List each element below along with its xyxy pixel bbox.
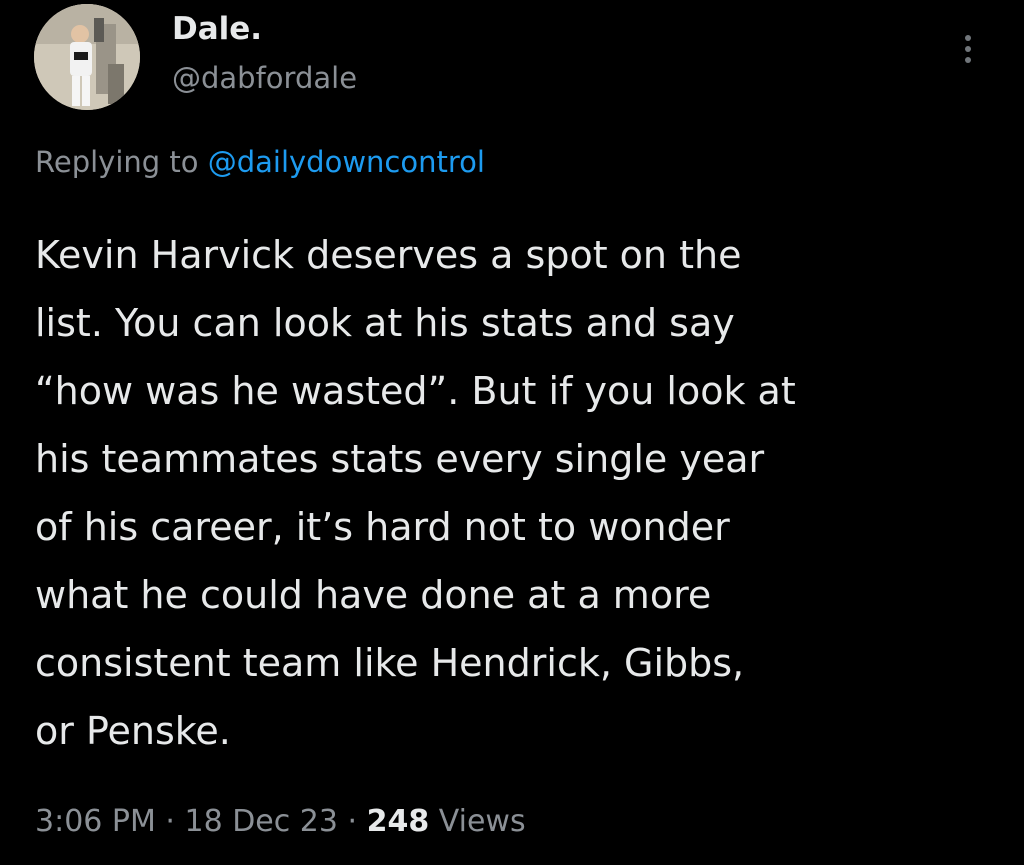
author-handle[interactable]: @dabfordale: [172, 59, 357, 97]
tweet-meta: 3:06 PM · 18 Dec 23 · 248 Views: [35, 800, 526, 844]
user-avatar[interactable]: [34, 4, 140, 110]
more-options-button[interactable]: [950, 24, 986, 74]
meta-separator: ·: [337, 804, 367, 839]
replying-to-label: Replying to: [35, 145, 208, 179]
meta-separator: ·: [155, 804, 185, 839]
replying-to-line: Replying to @dailydowncontrol: [35, 142, 485, 182]
more-dot-icon: [965, 46, 971, 52]
more-dot-icon: [965, 35, 971, 41]
more-dot-icon: [965, 57, 971, 63]
tweet-card: Dale. @dabfordale Replying to @dailydown…: [0, 0, 1024, 865]
views-label[interactable]: Views: [429, 804, 526, 839]
replying-to-mention-link[interactable]: @dailydowncontrol: [208, 145, 485, 179]
tweet-text: Kevin Harvick deserves a spot on the lis…: [35, 233, 796, 753]
views-count[interactable]: 248: [367, 804, 430, 839]
tweet-time-link[interactable]: 3:06 PM: [35, 804, 156, 839]
author-display-name[interactable]: Dale.: [172, 10, 262, 48]
avatar-photo-icon: [34, 4, 140, 110]
tweet-date-link[interactable]: 18 Dec 23: [185, 804, 338, 839]
